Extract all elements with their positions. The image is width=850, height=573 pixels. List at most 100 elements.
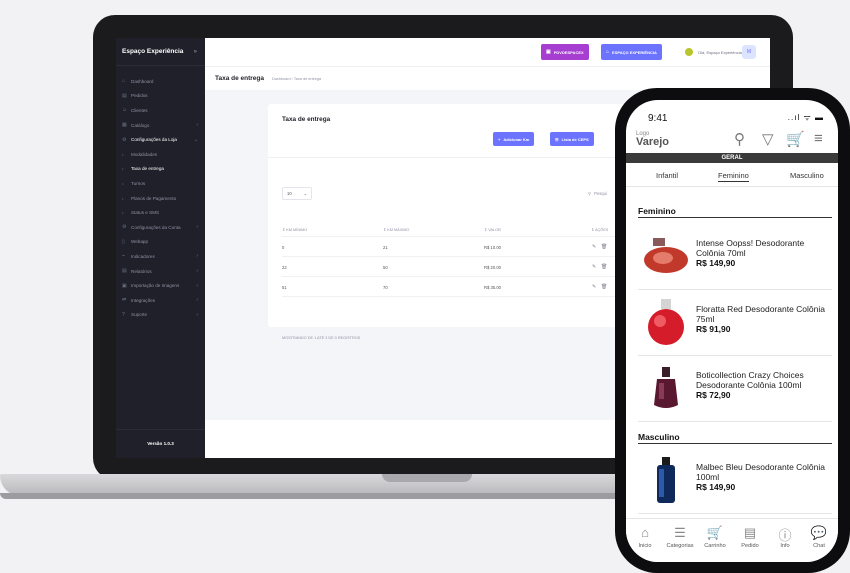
image-icon: ▣	[122, 282, 127, 289]
sidebar-item-label: Integrações	[131, 297, 156, 303]
signal-icon: ..ıl ᯤ ▬	[787, 113, 824, 122]
product-card[interactable]: Malbec Bleu Desodorante Colônia 100ml R$ …	[638, 448, 832, 514]
edit-icon[interactable]: ✎	[592, 284, 596, 290]
collapse-sidebar-icon[interactable]: »	[194, 49, 197, 55]
search-icon[interactable]: ⚲	[734, 130, 745, 148]
gear-icon: ⚙	[122, 136, 127, 143]
sidebar-item-clientes[interactable]: ☺ Clientes	[116, 103, 205, 118]
sidebar-item-label: Webapp	[131, 239, 149, 245]
col-acoes-header[interactable]: ⇕ AÇÕES	[591, 227, 608, 232]
avatar[interactable]: M	[742, 45, 756, 59]
trash-icon[interactable]: 🗑	[601, 244, 607, 250]
chevron-right-icon: ›	[196, 224, 198, 231]
status-time: 9:41	[648, 113, 668, 124]
col-km-min-header[interactable]: ⇕ KM MÍNIMO	[282, 227, 307, 232]
tab-feminino[interactable]: Feminino	[718, 171, 749, 182]
product-name: Boticollection Crazy Choices Desodorante…	[696, 370, 830, 400]
cart-icon[interactable]: 🛒	[786, 130, 805, 148]
per-page-select[interactable]: 10 ⌄	[282, 187, 312, 200]
mockup-stage: Espaço Experiência » ⌂ Dashboard ▤ Pedidos…	[0, 0, 850, 573]
cep-list-button[interactable]: ☰ Lista de CEPS	[550, 132, 594, 146]
sidebar-item-configuracoes-conta[interactable]: ⚙ Configurações da Conta ›	[116, 220, 205, 235]
chevron-right-icon: ›	[196, 297, 198, 304]
orders-icon: ▤	[122, 92, 127, 99]
sidebar-item-indicadores[interactable]: ⌁ Indicadores ›	[116, 249, 205, 264]
filter-icon[interactable]: ▽	[762, 130, 774, 148]
col-km-max-header[interactable]: ⇕ KM MÁXIMO	[383, 227, 409, 232]
user-greeting[interactable]: Olá, Espaço Experiência	[685, 48, 742, 56]
help-icon: ?	[122, 311, 125, 318]
sidebar-item-status-sms[interactable]: • Status e SMS	[116, 205, 205, 220]
product-card[interactable]: Boticollection Crazy Choices Desodorante…	[638, 356, 832, 422]
sidebar-item-label: Configurações da Loja	[131, 137, 177, 143]
app-version: Versão 1.0.3	[147, 441, 174, 446]
mobile-icon: ▯	[122, 238, 125, 245]
chevron-right-icon: ›	[196, 268, 198, 275]
sidebar-item-dashboard[interactable]: ⌂ Dashboard	[116, 74, 205, 89]
breadcrumb[interactable]: Dashboard › Taxa de entrega	[272, 77, 321, 81]
col-valor-header[interactable]: ⇕ VALOR	[484, 227, 501, 232]
nav-carrinho[interactable]: 🛒 Carrinho	[698, 525, 732, 549]
espaco-button-label: ESPAÇO EXPERIÊNCIA	[612, 49, 657, 55]
nav-info[interactable]: ⓘ Info	[768, 525, 802, 549]
add-km-button[interactable]: + Adicionar Km	[493, 132, 535, 146]
catalog-icon: ▦	[122, 122, 127, 129]
sidebar-item-modalidades[interactable]: • Modalidades	[116, 147, 205, 162]
gear-icon: ⚙	[122, 224, 127, 231]
menu-icon[interactable]: ≡	[814, 130, 823, 147]
pdv-button[interactable]: ▣ PDVDESPACEX	[541, 44, 589, 60]
cep-list-label: Lista de CEPS	[561, 136, 589, 142]
sidebar-brand[interactable]: Espaço Experiência »	[116, 38, 205, 66]
sidebar-item-webapp[interactable]: ▯ Webapp	[116, 235, 205, 250]
sidebar-item-integracoes[interactable]: ⇄ Integrações ›	[116, 293, 205, 308]
product-price: R$ 91,90	[696, 324, 731, 334]
product-card[interactable]: Floratta Red Desodorante Colônia 75ml R$ …	[638, 290, 832, 356]
product-card[interactable]: Intense Oopss! Desodorante Colônia 70ml R…	[638, 224, 832, 290]
tab-masculino[interactable]: Masculino	[790, 171, 824, 180]
trash-icon[interactable]: 🗑	[601, 264, 607, 270]
product-title: Boticollection Crazy Choices Desodorante…	[696, 370, 804, 390]
nav-label: Info	[780, 543, 790, 549]
sidebar-item-relatorios[interactable]: ▤ Relatórios ›	[116, 264, 205, 279]
edit-icon[interactable]: ✎	[592, 264, 596, 270]
product-name: Malbec Bleu Desodorante Colônia 100ml R$ …	[696, 462, 830, 492]
sidebar-item-label: Configurações da Conta	[131, 224, 181, 230]
espaco-button[interactable]: ⌂ ESPAÇO EXPERIÊNCIA	[601, 44, 662, 60]
sidebar-item-configuracoes-loja[interactable]: ⚙ Configurações da Loja ⌄	[116, 132, 205, 147]
report-icon: ▤	[122, 268, 127, 275]
nav-pedido[interactable]: ▤ Pedido	[733, 525, 767, 549]
sidebar-item-pedidos[interactable]: ▤ Pedidos	[116, 89, 205, 104]
chevron-right-icon: ›	[196, 122, 198, 129]
nav-chat[interactable]: 💬 Chat	[802, 525, 836, 549]
section-divider	[638, 217, 832, 218]
sidebar-item-label: Suporte	[131, 312, 148, 318]
home-icon: ⌂	[641, 525, 649, 540]
cell-km-max: 21	[383, 245, 388, 250]
row-divider	[282, 256, 648, 257]
page-title: Taxa de entrega	[215, 75, 265, 82]
tab-infantil[interactable]: Infantil	[656, 171, 678, 180]
sidebar-item-label: Taxa de entrega	[131, 166, 164, 172]
sidebar-item-catalogo[interactable]: ▦ Catálogo ›	[116, 118, 205, 133]
nav-label: Pedido	[741, 543, 759, 549]
sidebar-item-label: Importação de Imagens	[131, 283, 180, 289]
bullet-icon: •	[122, 180, 124, 186]
nav-categorias[interactable]: ☰ Categorias	[663, 525, 697, 549]
logo-main-text: Varejo	[636, 136, 670, 148]
store-logo[interactable]: Logo Varejo	[636, 130, 670, 148]
bullet-icon: •	[122, 166, 124, 172]
sidebar-item-planos-pagamento[interactable]: • Planos de Pagamento	[116, 191, 205, 206]
sidebar-item-turnos[interactable]: • Turnos	[116, 176, 205, 191]
list-icon: ☰	[555, 136, 559, 142]
sidebar-item-taxa-de-entrega[interactable]: • Taxa de entrega	[116, 162, 205, 177]
edit-icon[interactable]: ✎	[592, 244, 596, 250]
sidebar-item-label: Indicadores	[131, 253, 155, 259]
pdv-button-label: PDVDESPACEX	[553, 49, 584, 55]
sidebar-divider	[116, 429, 205, 430]
sidebar-item-importacao-imagens[interactable]: ▣ Importação de Imagens ›	[116, 278, 205, 293]
nav-label: Categorias	[666, 543, 694, 549]
trash-icon[interactable]: 🗑	[601, 284, 607, 290]
sidebar-item-suporte[interactable]: ? Suporte ›	[116, 308, 205, 323]
nav-inicio[interactable]: ⌂ Inicio	[628, 525, 662, 549]
product-title: Intense Oopss! Desodorante Colônia 70ml	[696, 238, 805, 258]
